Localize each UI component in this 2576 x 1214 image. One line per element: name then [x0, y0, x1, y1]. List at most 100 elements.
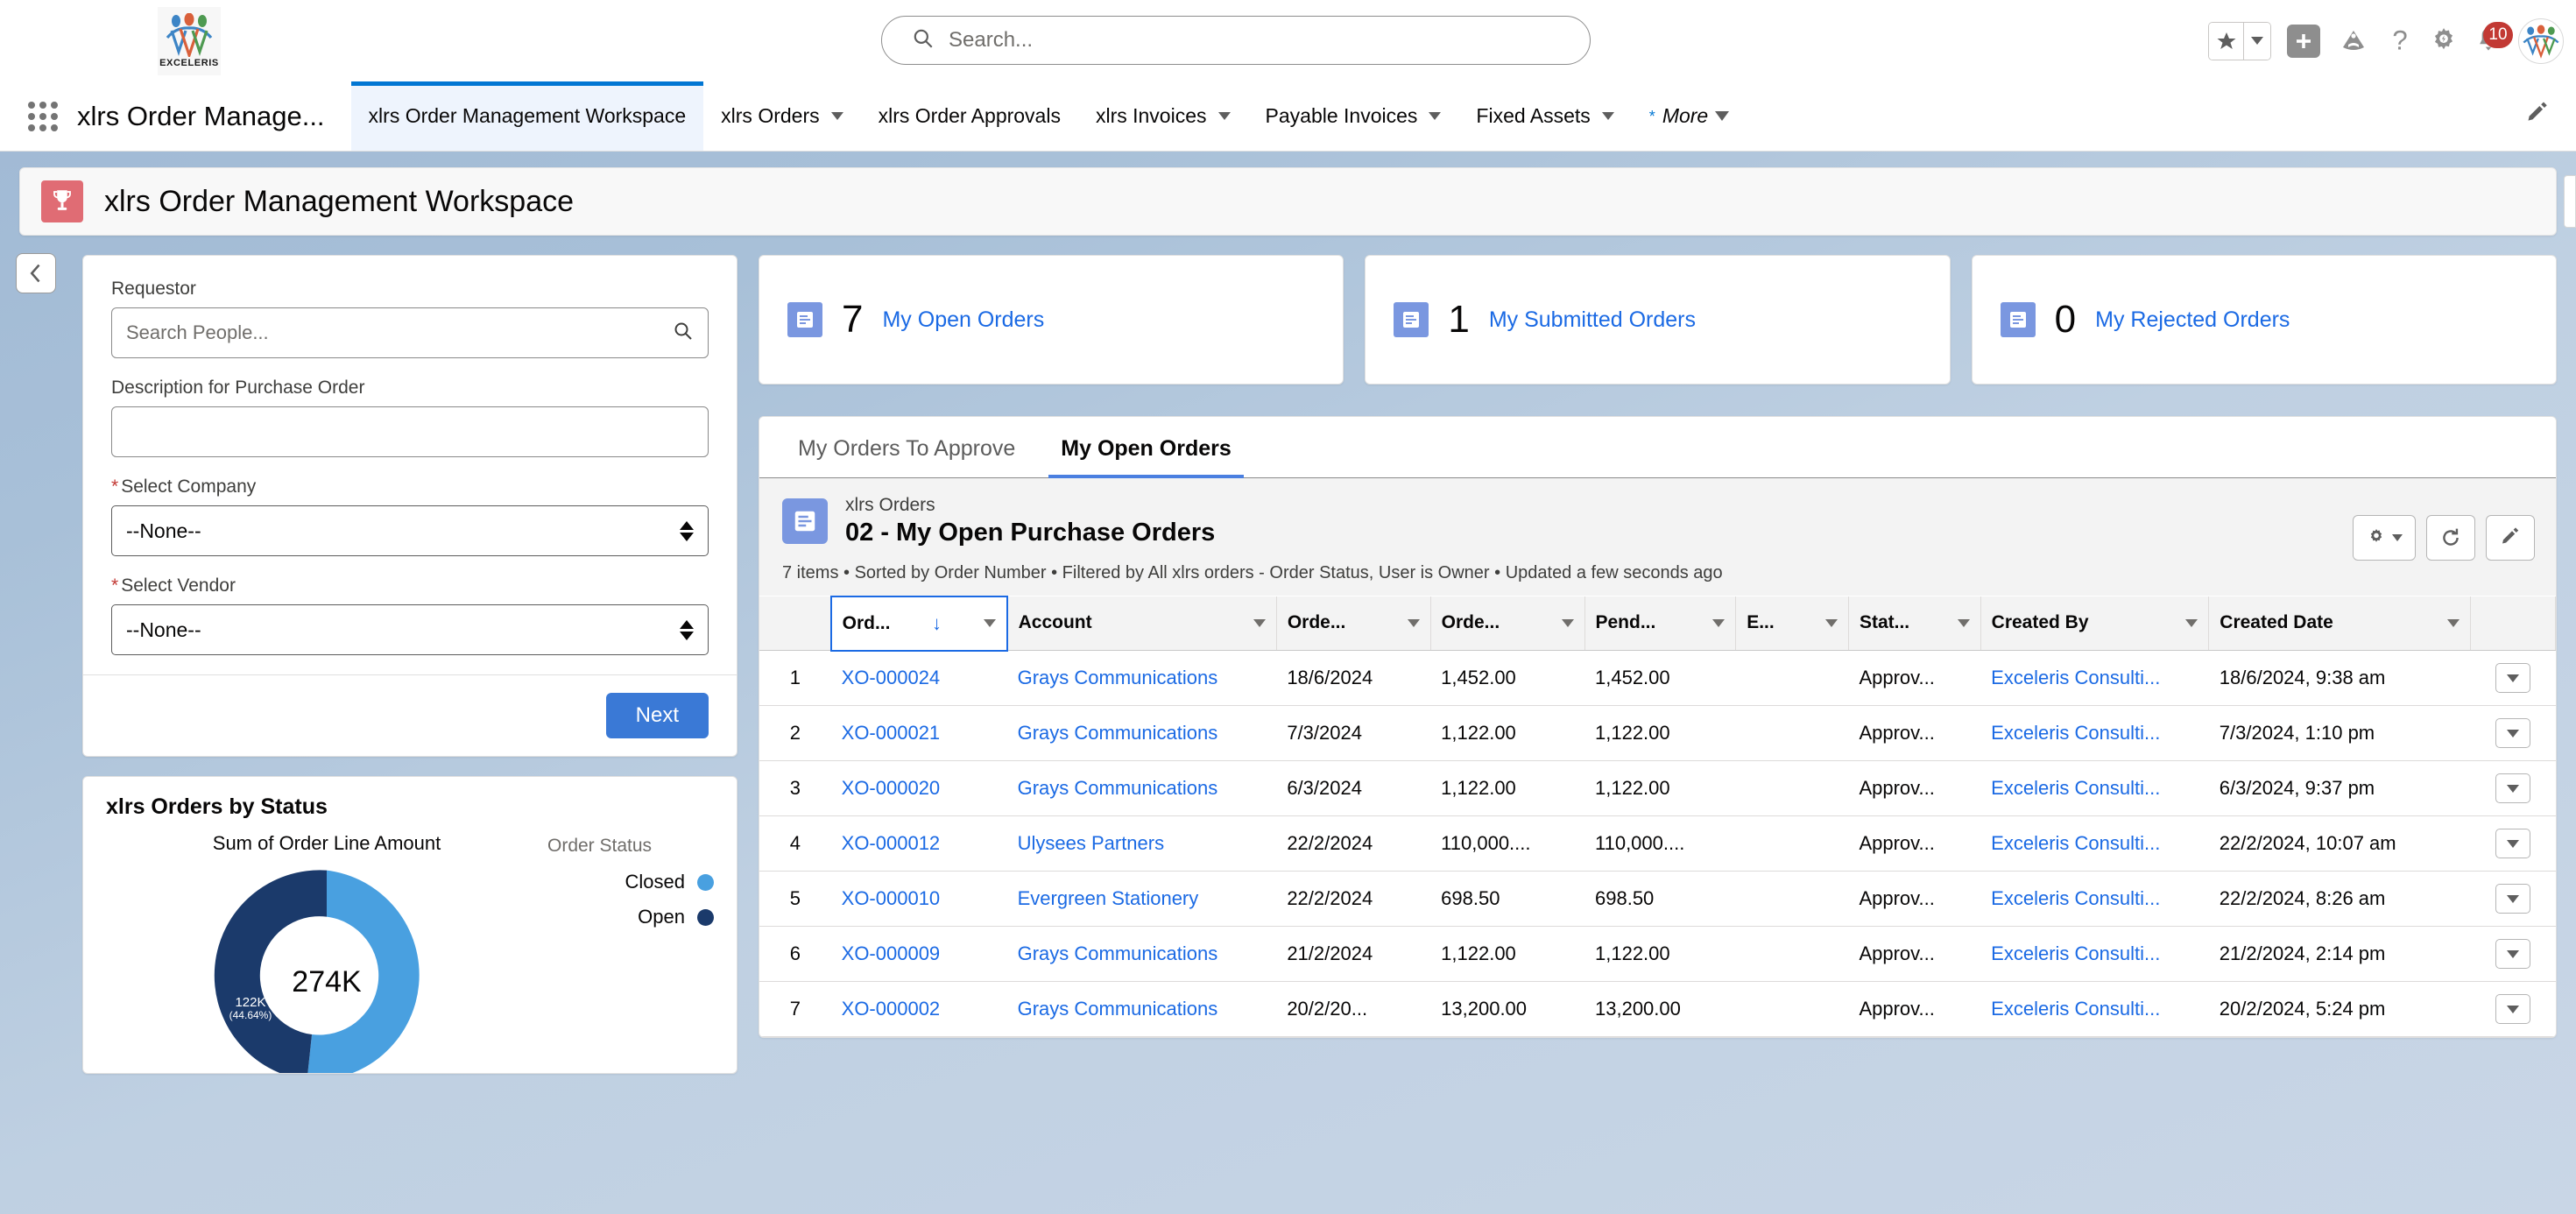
help-button[interactable]: ? [2387, 25, 2413, 57]
tab-my-orders-to-approve[interactable]: My Orders To Approve [775, 417, 1038, 477]
tab-my-open-orders[interactable]: My Open Orders [1038, 417, 1254, 477]
nav-tab-xlrs-orders[interactable]: xlrs Orders [703, 81, 860, 151]
account-link[interactable]: Grays Communications [1018, 998, 1218, 1020]
donut-chart[interactable]: 122K (44.64%) 152K (55.36%) 274K [208, 862, 445, 1074]
plus-icon [2287, 25, 2320, 58]
created-by-link[interactable]: Exceleris Consulti... [1991, 942, 2160, 964]
row-action-button[interactable] [2495, 773, 2530, 803]
row-action-button[interactable] [2495, 939, 2530, 969]
list-view-name: 02 - My Open Purchase Orders [845, 517, 1215, 548]
nav-tab-workspace[interactable]: xlrs Order Management Workspace [351, 81, 704, 151]
account-link[interactable]: Grays Communications [1018, 722, 1218, 744]
table-row[interactable]: 5 XO-000010 Evergreen Stationery 22/2/20… [759, 872, 2556, 927]
chevron-down-icon [2185, 619, 2198, 627]
nav-tab-payable-invoices[interactable]: Payable Invoices [1248, 81, 1459, 151]
favorites-star-icon[interactable] [2209, 23, 2244, 60]
setup-button[interactable] [2429, 26, 2459, 56]
table-row[interactable]: 7 XO-000002 Grays Communications 20/2/20… [759, 982, 2556, 1037]
account-link[interactable]: Grays Communications [1018, 777, 1218, 799]
order-link[interactable]: XO-000002 [842, 998, 941, 1020]
requestor-input[interactable]: Search People... [111, 307, 709, 358]
kpi-label[interactable]: My Open Orders [882, 307, 1044, 333]
edit-list-button[interactable] [2486, 515, 2535, 561]
column-header-pending-amount[interactable]: Pend... [1584, 596, 1736, 651]
table-row[interactable]: 3 XO-000020 Grays Communications 6/3/202… [759, 761, 2556, 816]
order-link[interactable]: XO-000010 [842, 887, 941, 909]
kpi-my-submitted-orders[interactable]: 1 My Submitted Orders [1365, 255, 1950, 385]
column-header-order-date[interactable]: Orde... [1276, 596, 1430, 651]
legend-item-open[interactable]: Open [547, 906, 714, 928]
sidebar-collapse-button[interactable] [16, 253, 56, 293]
column-header-created-date[interactable]: Created Date [2209, 596, 2470, 651]
created-by-link[interactable]: Exceleris Consulti... [1991, 998, 2160, 1020]
table-row[interactable]: 2 XO-000021 Grays Communications 7/3/202… [759, 706, 2556, 761]
account-link[interactable]: Ulysees Partners [1018, 832, 1165, 854]
kpi-label[interactable]: My Submitted Orders [1489, 307, 1696, 333]
created-by-link[interactable]: Exceleris Consulti... [1991, 722, 2160, 744]
table-body: 1 XO-000024 Grays Communications 18/6/20… [759, 651, 2556, 1037]
pencil-icon [2525, 102, 2550, 126]
avatar[interactable] [2518, 18, 2564, 64]
nav-tab-order-approvals[interactable]: xlrs Order Approvals [861, 81, 1078, 151]
created-by-link[interactable]: Exceleris Consulti... [1991, 887, 2160, 909]
account-link[interactable]: Grays Communications [1018, 942, 1218, 964]
row-action-button[interactable] [2495, 663, 2530, 693]
row-action-button[interactable] [2495, 718, 2530, 748]
column-header-e[interactable]: E... [1736, 596, 1849, 651]
global-search[interactable]: Search... [881, 16, 1591, 65]
trailhead-button[interactable] [2336, 26, 2371, 56]
cell-order-number: XO-000021 [831, 706, 1007, 761]
column-header-account[interactable]: Account [1007, 596, 1277, 651]
cell-status: Approv... [1848, 982, 1980, 1037]
order-link[interactable]: XO-000009 [842, 942, 941, 964]
table-header-row: Ord... ↓ Account Orde... Orde... [759, 596, 2556, 651]
favorites-chevron-down-icon[interactable] [2244, 23, 2270, 60]
edit-nav-button[interactable] [2525, 102, 2550, 131]
table-row[interactable]: 4 XO-000012 Ulysees Partners 22/2/2024 1… [759, 816, 2556, 872]
column-label: Stat... [1860, 612, 1909, 633]
column-header-status[interactable]: Stat... [1848, 596, 1980, 651]
nav-tab-fixed-assets[interactable]: Fixed Assets [1458, 81, 1631, 151]
nav-tab-xlrs-invoices[interactable]: xlrs Invoices [1078, 81, 1248, 151]
kpi-label[interactable]: My Rejected Orders [2095, 307, 2290, 333]
vendor-select[interactable]: --None-- [111, 604, 709, 655]
description-input[interactable] [111, 406, 709, 457]
created-by-link[interactable]: Exceleris Consulti... [1991, 667, 2160, 688]
column-header-order-number[interactable]: Ord... ↓ [831, 596, 1007, 651]
created-by-link[interactable]: Exceleris Consulti... [1991, 777, 2160, 799]
cell-created-by: Exceleris Consulti... [1980, 816, 2209, 872]
nav-tab-more[interactable]: * More [1632, 81, 1747, 151]
app-launcher-icon[interactable] [28, 102, 58, 131]
account-link[interactable]: Grays Communications [1018, 667, 1218, 688]
right-panel-handle[interactable] [2564, 175, 2576, 228]
company-select[interactable]: --None-- [111, 505, 709, 556]
notifications-button[interactable]: 10 [2474, 25, 2502, 57]
kpi-my-rejected-orders[interactable]: 0 My Rejected Orders [1972, 255, 2557, 385]
next-button[interactable]: Next [606, 693, 709, 738]
order-link[interactable]: XO-000020 [842, 777, 941, 799]
legend-item-closed[interactable]: Closed [547, 871, 714, 893]
account-link[interactable]: Evergreen Stationery [1018, 887, 1199, 909]
chevron-down-icon [1958, 619, 1970, 627]
add-button[interactable] [2287, 25, 2320, 58]
table-row[interactable]: 1 XO-000024 Grays Communications 18/6/20… [759, 651, 2556, 706]
order-link[interactable]: XO-000012 [842, 832, 941, 854]
main-content: 7 My Open Orders 1 My Submitted Orders 0… [759, 255, 2557, 1074]
row-action-button[interactable] [2495, 994, 2530, 1024]
notification-badge: 10 [2483, 22, 2513, 48]
chevron-down-icon [2507, 950, 2519, 958]
table-row[interactable]: 6 XO-000009 Grays Communications 21/2/20… [759, 927, 2556, 982]
favorites-group[interactable] [2208, 22, 2271, 60]
created-by-link[interactable]: Exceleris Consulti... [1991, 832, 2160, 854]
kpi-my-open-orders[interactable]: 7 My Open Orders [759, 255, 1344, 385]
search-input[interactable]: Search... [949, 28, 1033, 53]
row-action-button[interactable] [2495, 884, 2530, 914]
order-link[interactable]: XO-000024 [842, 667, 941, 688]
column-header-order-amount[interactable]: Orde... [1430, 596, 1584, 651]
nav-tab-label: xlrs Order Approvals [879, 104, 1061, 128]
row-action-button[interactable] [2495, 829, 2530, 858]
column-header-created-by[interactable]: Created By [1980, 596, 2209, 651]
refresh-button[interactable] [2426, 515, 2475, 561]
order-link[interactable]: XO-000021 [842, 722, 941, 744]
list-settings-button[interactable] [2353, 515, 2416, 561]
